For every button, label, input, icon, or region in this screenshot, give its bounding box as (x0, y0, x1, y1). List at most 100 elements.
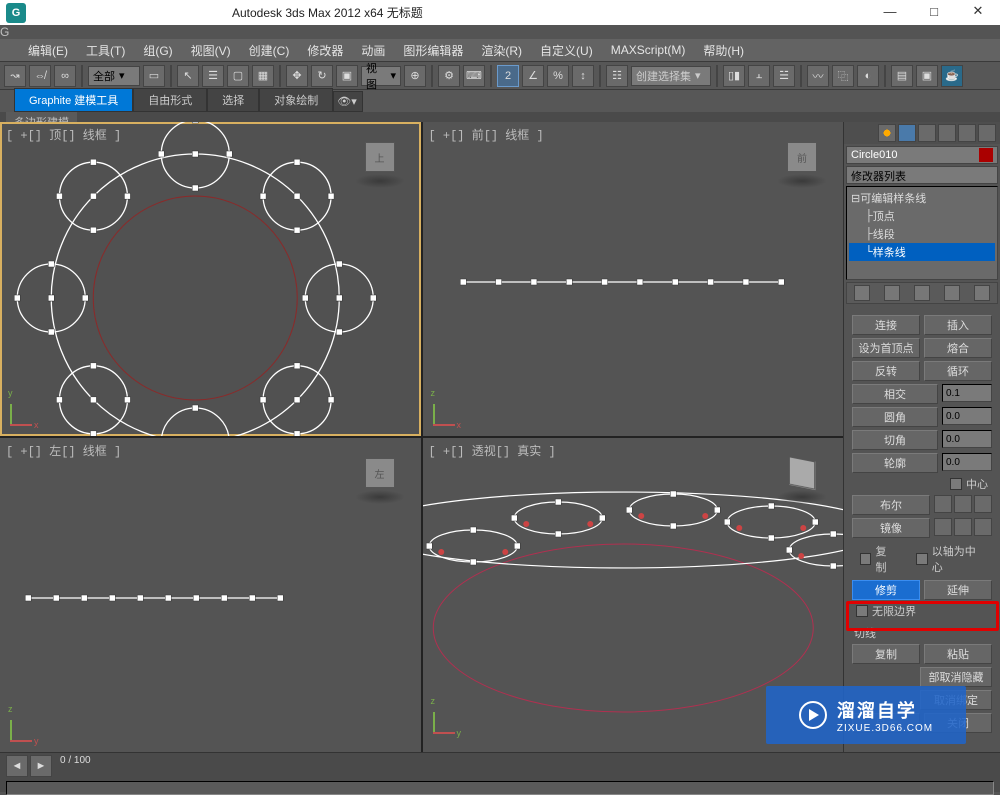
curve-editor-icon[interactable]: 〰 (807, 65, 829, 87)
named-selset-dropdown[interactable]: 创建选择集 (631, 66, 711, 86)
select-name-icon[interactable]: ☰ (202, 65, 224, 87)
create-tab-icon[interactable] (878, 124, 896, 142)
connect-button[interactable]: 连接 (852, 315, 920, 335)
ribbon-tab-graphite[interactable]: Graphite 建模工具 (14, 88, 133, 112)
tangent-paste-button[interactable]: 粘贴 (924, 644, 992, 664)
menu-views[interactable]: 视图(V) (191, 42, 231, 59)
menu-render[interactable]: 渲染(R) (481, 42, 522, 59)
modify-tab-icon[interactable] (898, 124, 916, 142)
minimize-button[interactable]: — (868, 0, 912, 22)
menu-group[interactable]: 组(G) (143, 42, 172, 59)
fillet-button[interactable]: 圆角 (852, 407, 938, 427)
snap-spinner-icon[interactable]: ↕ (572, 65, 594, 87)
show-end-result-icon[interactable] (884, 285, 900, 301)
menu-customize[interactable]: 自定义(U) (540, 42, 593, 59)
window-crossing-icon[interactable]: ▦ (252, 65, 274, 87)
viewport-front[interactable]: [ +[] 前[] 线框 ] 前 zx (423, 122, 844, 436)
motion-tab-icon[interactable] (938, 124, 956, 142)
bind-icon[interactable]: ∞ (54, 65, 76, 87)
unlink-icon[interactable]: ⇎ (29, 65, 51, 87)
ribbon-tab-eye-icon[interactable]: 👁▾ (333, 91, 363, 112)
insert-button[interactable]: 插入 (924, 315, 992, 335)
mirror-v-icon[interactable] (954, 518, 972, 536)
mirror-h-icon[interactable] (934, 518, 952, 536)
scale-icon[interactable]: ▣ (336, 65, 358, 87)
menu-tools[interactable]: 工具(T) (86, 42, 125, 59)
object-color-swatch[interactable] (979, 148, 993, 162)
outline-button[interactable]: 轮廓 (852, 453, 938, 473)
maximize-button[interactable]: □ (912, 0, 956, 22)
pivot-icon[interactable]: ⊕ (404, 65, 426, 87)
stack-vertex[interactable]: ├ 顶点 (849, 207, 995, 225)
rect-select-icon[interactable]: ▢ (227, 65, 249, 87)
cursor-icon[interactable]: ↖ (177, 65, 199, 87)
close-button[interactable]: ✕ (956, 0, 1000, 22)
keymode-icon[interactable]: ⌨ (463, 65, 485, 87)
infinite-bounds-checkbox[interactable] (856, 605, 868, 617)
boolean-button[interactable]: 布尔 (852, 495, 930, 515)
hierarchy-tab-icon[interactable] (918, 124, 936, 142)
axis-center-checkbox[interactable] (916, 553, 928, 565)
trim-button[interactable]: 修剪 (852, 580, 920, 600)
menu-grapheditors[interactable]: 图形编辑器 (403, 42, 463, 59)
cycle-button[interactable]: 循环 (924, 361, 992, 381)
render-setup-icon[interactable]: ▤ (891, 65, 913, 87)
modifier-stack[interactable]: ⊟ 可编辑样条线 ├ 顶点 ├ 线段 └ 样条线 (846, 186, 998, 280)
menu-animation[interactable]: 动画 (361, 42, 385, 59)
modifier-list-dropdown[interactable]: 修改器列表 (846, 166, 998, 184)
snap-angle-icon[interactable]: ∠ (522, 65, 544, 87)
material-icon[interactable]: ◐ (857, 65, 879, 87)
schematic-icon[interactable]: ⿻ (832, 65, 854, 87)
setfirst-button[interactable]: 设为首顶点 (852, 338, 920, 358)
link-icon[interactable]: ↝ (4, 65, 26, 87)
timeline-ruler[interactable] (6, 781, 994, 795)
intersect-button[interactable]: 相交 (852, 384, 938, 404)
snap-2d-icon[interactable]: 2 (497, 65, 519, 87)
viewcube-persp[interactable] (777, 452, 827, 502)
rotate-icon[interactable]: ↻ (311, 65, 333, 87)
menu-edit[interactable]: 编辑(E) (28, 42, 68, 59)
stack-spline[interactable]: └ 样条线 (849, 243, 995, 261)
select-icon[interactable]: ▭ (143, 65, 165, 87)
configure-sets-icon[interactable] (974, 285, 990, 301)
center-checkbox[interactable] (950, 478, 962, 490)
stack-segment[interactable]: ├ 线段 (849, 225, 995, 243)
copy-checkbox[interactable] (860, 553, 871, 565)
move-icon[interactable]: ✥ (286, 65, 308, 87)
make-unique-icon[interactable] (914, 285, 930, 301)
mirror-icon[interactable]: ▯▮ (723, 65, 745, 87)
reverse-button[interactable]: 反转 (852, 361, 920, 381)
timeline-next-icon[interactable]: ► (30, 755, 52, 777)
manip-icon[interactable]: ⚙ (438, 65, 460, 87)
viewport-top[interactable]: [ +[] 顶[] 线框 ] 上 yx (0, 122, 421, 436)
bool-intersect-icon[interactable] (974, 495, 992, 513)
pin-stack-icon[interactable] (854, 285, 870, 301)
viewport-left[interactable]: [ +[] 左[] 线框 ] 左 zy (0, 438, 421, 752)
align-icon[interactable]: ⫠ (748, 65, 770, 87)
menu-create[interactable]: 创建(C) (249, 42, 290, 59)
viewcube-front[interactable]: 前 (777, 136, 827, 186)
snap-percent-icon[interactable]: % (547, 65, 569, 87)
mirror-both-icon[interactable] (974, 518, 992, 536)
fuse-button[interactable]: 熔合 (924, 338, 992, 358)
ribbon-tab-selection[interactable]: 选择 (207, 88, 259, 112)
chamfer-spinner[interactable]: 0.0 (942, 430, 992, 448)
intersect-spinner[interactable]: 0.1 (942, 384, 992, 402)
outline-spinner[interactable]: 0.0 (942, 453, 992, 471)
ribbon-tab-objectpaint[interactable]: 对象绘制 (259, 88, 333, 112)
bool-union-icon[interactable] (934, 495, 952, 513)
timeline-prev-icon[interactable]: ◄ (6, 755, 28, 777)
rendered-frame-icon[interactable]: ▣ (916, 65, 938, 87)
menu-help[interactable]: 帮助(H) (703, 42, 744, 59)
mirror-button[interactable]: 镜像 (852, 518, 930, 538)
refcoord-dropdown[interactable]: 视图 (361, 66, 401, 86)
remove-modifier-icon[interactable] (944, 285, 960, 301)
extend-button[interactable]: 延伸 (924, 580, 992, 600)
tangent-copy-button[interactable]: 复制 (852, 644, 920, 664)
app-menu-icon[interactable]: G (0, 25, 1000, 39)
menu-maxscript[interactable]: MAXScript(M) (611, 43, 686, 57)
chamfer-button[interactable]: 切角 (852, 430, 938, 450)
viewcube-left[interactable]: 左 (355, 452, 405, 502)
display-tab-icon[interactable] (958, 124, 976, 142)
stack-editable-spline[interactable]: ⊟ 可编辑样条线 (849, 189, 995, 207)
